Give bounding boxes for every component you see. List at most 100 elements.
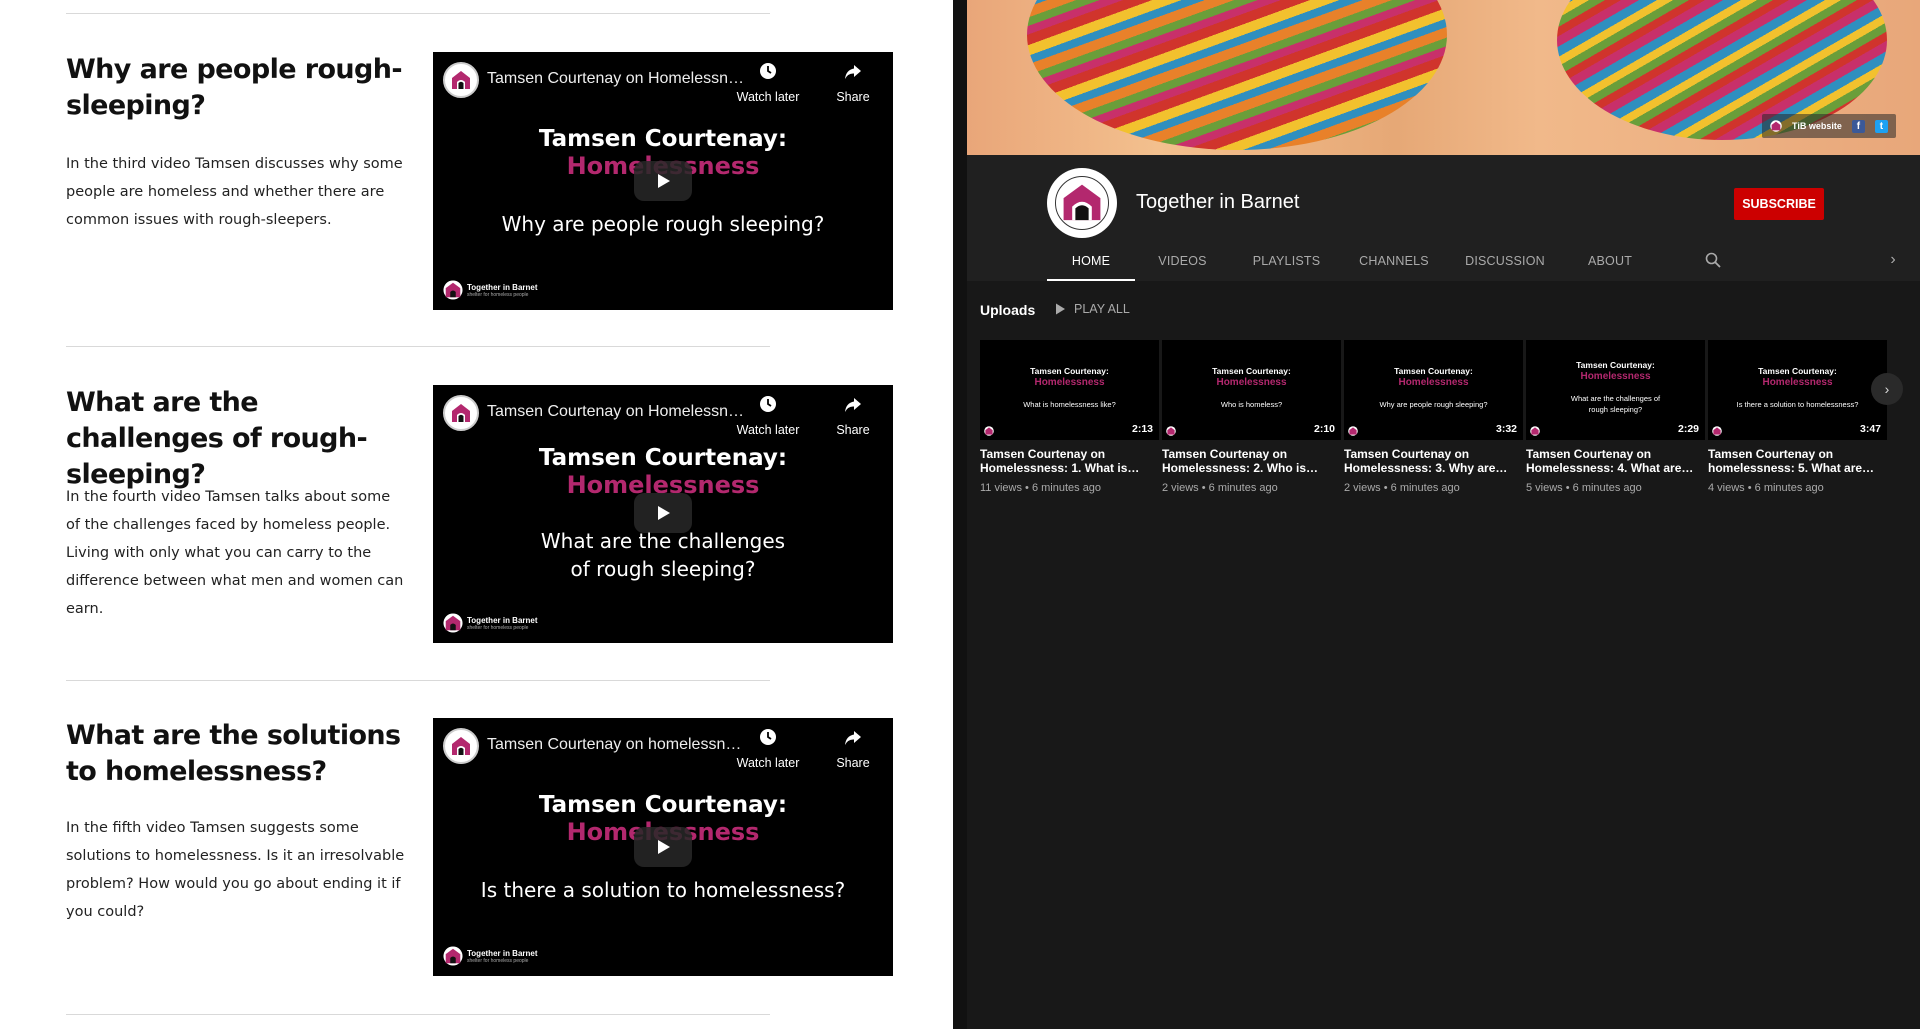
logo-text: Together in Barnet — [467, 948, 538, 958]
channel-avatar[interactable] — [443, 62, 479, 98]
channel-avatar[interactable] — [443, 395, 479, 431]
thumb-brand-line: Tamsen Courtenay: — [1394, 366, 1473, 376]
video-thumbnail[interactable]: Tamsen Courtenay: Homelessness Is there … — [1708, 340, 1887, 440]
thumb-caption: Who is homeless? — [1220, 400, 1283, 409]
banner-links: TiB website f t — [1762, 114, 1896, 138]
video-title[interactable]: Tamsen Courtenay on homelessness: 5. Wha… — [1708, 447, 1887, 475]
divider — [66, 346, 770, 347]
tab-videos[interactable]: VIDEOS — [1135, 247, 1230, 281]
video-title[interactable]: Tamsen Courtenay on Homelessness: 1. Wha… — [980, 447, 1159, 475]
video-card[interactable]: Tamsen Courtenay: Homelessness Why are p… — [1344, 340, 1523, 494]
share-button[interactable]: Share — [818, 395, 888, 437]
share-label: Share — [836, 756, 870, 770]
house-logo-icon — [984, 426, 994, 436]
house-logo-icon — [1530, 426, 1540, 436]
chevron-right-icon[interactable]: › — [1883, 251, 1903, 271]
video-thumbnail[interactable]: Tamsen Courtenay: Homelessness Why are p… — [1344, 340, 1523, 440]
embedded-video-player[interactable]: Tamsen Courtenay on Homelessne... Watch … — [433, 385, 893, 643]
clock-icon — [733, 62, 803, 86]
chevron-right-icon: › — [1884, 381, 1890, 397]
embedded-video-player[interactable]: Tamsen Courtenay on homelessnes... Watch… — [433, 718, 893, 976]
pane-divider — [953, 0, 967, 1029]
video-title[interactable]: Tamsen Courtenay on Homelessness: 4. Wha… — [1526, 447, 1705, 475]
channel-avatar[interactable] — [1047, 168, 1117, 238]
share-label: Share — [836, 90, 870, 104]
play-all-button[interactable]: PLAY ALL — [1055, 302, 1130, 316]
thumb-caption: What is homelessness like? — [1023, 400, 1116, 409]
shelf-next-button[interactable]: › — [1871, 373, 1903, 405]
tab-about[interactable]: ABOUT — [1565, 247, 1655, 281]
tab-channels[interactable]: CHANNELS — [1343, 247, 1445, 281]
article-page: Why are people rough-sleeping? In the th… — [0, 0, 953, 1029]
clock-icon — [733, 395, 803, 419]
video-thumbnail[interactable]: Tamsen Courtenay: Homelessness What are … — [1526, 340, 1705, 440]
play-icon — [658, 174, 670, 188]
video-meta: 2 views • 6 minutes ago — [1162, 482, 1278, 494]
video-title-link[interactable]: Tamsen Courtenay on Homelessne... — [487, 70, 747, 88]
video-thumbnail[interactable]: Tamsen Courtenay: Homelessness What is h… — [980, 340, 1159, 440]
embedded-video-player[interactable]: Tamsen Courtenay on Homelessne... Watch … — [433, 52, 893, 310]
watch-later-button[interactable]: Watch later — [733, 62, 803, 104]
logo-text: Together in Barnet — [467, 282, 538, 292]
clock-icon — [733, 728, 803, 752]
website-link[interactable]: TiB website — [1792, 121, 1842, 131]
video-brand-line: Tamsen Courtenay: — [538, 445, 788, 471]
play-button[interactable] — [634, 161, 692, 201]
tab-discussion[interactable]: DISCUSSION — [1445, 247, 1565, 281]
thumb-caption: What are the challenges of rough sleepin… — [1570, 394, 1661, 414]
section-description: In the third video Tamsen discusses why … — [66, 156, 403, 228]
watch-later-button[interactable]: Watch later — [733, 395, 803, 437]
house-logo-icon — [1712, 426, 1722, 436]
video-card[interactable]: Tamsen Courtenay: Homelessness Is there … — [1708, 340, 1887, 494]
share-button[interactable]: Share — [818, 728, 888, 770]
house-logo-icon — [1770, 120, 1782, 132]
banner-knit-pattern — [1027, 0, 1447, 150]
tab-playlists[interactable]: PLAYLISTS — [1230, 247, 1343, 281]
video-duration: 2:10 — [1313, 423, 1335, 435]
share-button[interactable]: Share — [818, 62, 888, 104]
thumb-brand-line: Tamsen Courtenay: — [1030, 366, 1109, 376]
uploads-heading: Uploads — [980, 302, 1036, 318]
article-section: What are the challenges of rough-sleepin… — [66, 385, 946, 645]
search-icon[interactable] — [1705, 252, 1725, 272]
share-arrow-icon — [818, 62, 888, 86]
video-thumbnail[interactable]: Tamsen Courtenay: Homelessness Who is ho… — [1162, 340, 1341, 440]
section-description: In the fifth video Tamsen suggests some … — [66, 820, 405, 920]
thumb-brand-subtitle: Homelessness — [1580, 371, 1651, 382]
article-section: What are the solutions to homelessness? … — [66, 718, 946, 978]
video-title-link[interactable]: Tamsen Courtenay on Homelessne... — [487, 403, 747, 421]
house-logo-icon — [443, 613, 463, 633]
video-card[interactable]: Tamsen Courtenay: Homelessness What are … — [1526, 340, 1705, 494]
share-arrow-icon — [818, 395, 888, 419]
thumb-brand-subtitle: Homelessness — [1216, 377, 1287, 388]
video-duration: 2:29 — [1677, 423, 1699, 435]
article-section: Why are people rough-sleeping? In the th… — [66, 52, 946, 312]
house-logo-icon — [452, 737, 470, 755]
house-logo-icon — [1348, 426, 1358, 436]
thumb-brand-line: Tamsen Courtenay: — [1758, 366, 1837, 376]
thumb-brand-line: Tamsen Courtenay: — [1576, 360, 1655, 370]
channel-tabs: HOME VIDEOS PLAYLISTS CHANNELS DISCUSSIO… — [1047, 247, 1655, 281]
video-meta: 5 views • 6 minutes ago — [1526, 482, 1642, 494]
play-button[interactable] — [634, 827, 692, 867]
house-logo-icon — [1166, 426, 1176, 436]
subscribe-button[interactable]: SUBSCRIBE — [1734, 188, 1824, 220]
video-card[interactable]: Tamsen Courtenay: Homelessness What is h… — [980, 340, 1159, 494]
video-title-link[interactable]: Tamsen Courtenay on homelessnes... — [487, 736, 747, 754]
watch-later-button[interactable]: Watch later — [733, 728, 803, 770]
house-logo-icon — [443, 946, 463, 966]
tab-home[interactable]: HOME — [1047, 247, 1135, 281]
facebook-icon[interactable]: f — [1851, 119, 1865, 133]
video-meta: 11 views • 6 minutes ago — [980, 482, 1102, 494]
channel-avatar[interactable] — [443, 728, 479, 764]
section-heading: Why are people rough-sleeping? — [66, 54, 403, 121]
logo-subtext: shelter for homeless people — [467, 624, 529, 631]
video-duration: 3:47 — [1859, 423, 1881, 435]
thumb-caption: Why are people rough sleeping? — [1379, 400, 1488, 409]
twitter-icon[interactable]: t — [1874, 119, 1888, 133]
video-duration: 2:13 — [1131, 423, 1153, 435]
video-title[interactable]: Tamsen Courtenay on Homelessness: 3. Why… — [1344, 447, 1523, 475]
video-card[interactable]: Tamsen Courtenay: Homelessness Who is ho… — [1162, 340, 1341, 494]
video-title[interactable]: Tamsen Courtenay on Homelessness: 2. Who… — [1162, 447, 1341, 475]
watch-later-label: Watch later — [736, 90, 800, 104]
